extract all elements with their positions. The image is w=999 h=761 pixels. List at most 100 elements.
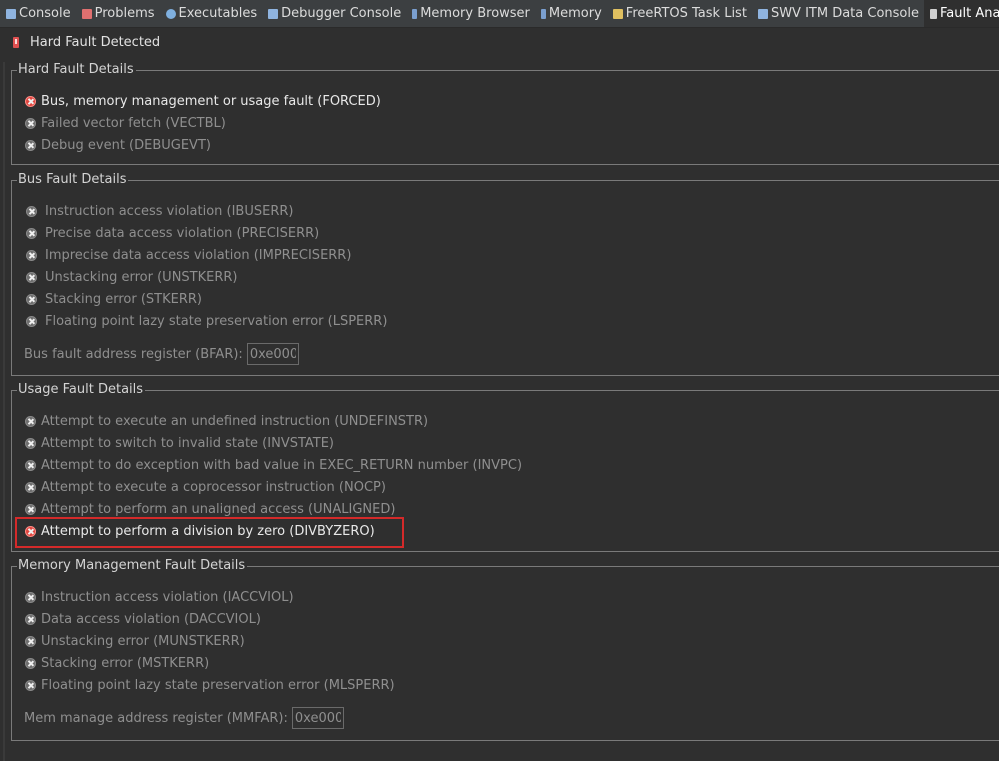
fault-item-label: Failed vector fetch (VECTBL) xyxy=(41,115,226,131)
bfar-label: Bus fault address register (BFAR): xyxy=(24,346,243,362)
fault-item-label: Attempt to execute an undefined instruct… xyxy=(41,413,429,429)
fault-item-label: Floating point lazy state preservation e… xyxy=(41,677,395,693)
fault-item-daccviol: Data access violation (DACCVIOL) xyxy=(25,609,261,629)
fault-inactive-icon xyxy=(26,315,37,327)
problems-icon xyxy=(81,8,92,19)
fault-item-lsperr: Floating point lazy state preservation e… xyxy=(26,311,387,331)
tab-executables[interactable]: Executables xyxy=(160,0,263,27)
tab-freertos-task-list[interactable]: FreeRTOS Task List xyxy=(607,0,752,27)
fault-inactive-icon xyxy=(25,503,36,515)
fault-inactive-icon xyxy=(26,205,37,217)
fault-item-label: Attempt to execute a coprocessor instruc… xyxy=(41,479,386,495)
fault-item-impreciserr: Imprecise data access violation (IMPRECI… xyxy=(26,245,351,265)
tab-label: Console xyxy=(19,6,71,21)
fault-inactive-icon xyxy=(25,635,36,647)
fault-item-label: Unstacking error (UNSTKERR) xyxy=(45,269,238,285)
fault-item-label: Attempt to switch to invalid state (INVS… xyxy=(41,435,335,451)
fault-item-label: Instruction access violation (IACCVIOL) xyxy=(41,589,294,605)
fault-inactive-icon xyxy=(25,679,36,691)
fault-item-label: Floating point lazy state preservation e… xyxy=(45,313,388,329)
debugger-console-icon xyxy=(268,8,279,19)
group-legend: Memory Management Fault Details xyxy=(17,557,248,575)
group-legend: Bus Fault Details xyxy=(17,171,129,189)
executables-icon xyxy=(165,8,176,19)
tab-swv-itm-data-console[interactable]: SWV ITM Data Console xyxy=(752,0,924,27)
tab-memory[interactable]: Memory xyxy=(535,0,607,27)
fault-inactive-icon xyxy=(26,271,37,283)
error-icon xyxy=(13,36,19,48)
hard-fault-details-group: Hard Fault Details Bus, memory managemen… xyxy=(11,61,999,165)
fault-item-label: Unstacking error (MUNSTKERR) xyxy=(41,633,245,649)
fault-item-munstkerr: Unstacking error (MUNSTKERR) xyxy=(25,631,245,651)
fault-item-mstkerr: Stacking error (MSTKERR) xyxy=(25,653,209,673)
fault-item-preciserr: Precise data access violation (PRECISERR… xyxy=(26,223,319,243)
tab-fault-analyzer[interactable]: Fault Analyzer ✕ xyxy=(923,0,999,27)
group-legend: Usage Fault Details xyxy=(17,381,146,399)
tab-debugger-console[interactable]: Debugger Console xyxy=(262,0,406,27)
freertos-icon xyxy=(612,8,623,19)
banner-title: Hard Fault Detected xyxy=(30,34,161,50)
fault-inactive-icon xyxy=(25,591,36,603)
fault-item-label: Stacking error (STKERR) xyxy=(45,291,202,307)
fault-active-icon xyxy=(25,95,36,107)
mem-fault-details-group: Memory Management Fault Details Instruct… xyxy=(11,557,999,741)
fault-item-label: Attempt to do exception with bad value i… xyxy=(41,457,523,473)
tab-label: Memory xyxy=(548,6,602,21)
fault-item-undefinstr: Attempt to execute an undefined instruct… xyxy=(25,411,428,431)
view-tab-bar: Console Problems Executables Debugger Co… xyxy=(0,0,999,28)
memory-icon xyxy=(540,8,546,19)
mmfar-field[interactable] xyxy=(291,707,344,729)
tab-label: FreeRTOS Task List xyxy=(625,6,747,21)
fault-inactive-icon xyxy=(25,459,36,471)
bfar-row: Bus fault address register (BFAR): xyxy=(24,343,299,365)
fault-item-label: Data access violation (DACCVIOL) xyxy=(41,611,261,627)
fault-item-ibuserr: Instruction access violation (IBUSERR) xyxy=(26,201,293,221)
fault-item-label: Imprecise data access violation (IMPRECI… xyxy=(45,247,352,263)
fault-item-stkerr: Stacking error (STKERR) xyxy=(26,289,202,309)
bfar-field[interactable] xyxy=(246,343,299,365)
fault-item-invpc: Attempt to do exception with bad value i… xyxy=(25,455,522,475)
fault-inactive-icon xyxy=(26,293,37,305)
fault-inactive-icon xyxy=(25,139,36,151)
fault-inactive-icon xyxy=(25,481,36,493)
fault-analyzer-icon xyxy=(929,8,937,19)
fault-item-unaligned: Attempt to perform an unaligned access (… xyxy=(25,499,395,519)
tab-label: Debugger Console xyxy=(281,6,402,21)
tab-label: Fault Analyzer xyxy=(939,6,999,21)
console-icon xyxy=(6,8,16,19)
mmfar-label: Mem manage address register (MMFAR): xyxy=(24,710,288,726)
tab-label: Executables xyxy=(178,6,258,21)
fault-inactive-icon xyxy=(25,415,36,427)
divbyzero-highlight xyxy=(15,517,404,548)
mmfar-row: Mem manage address register (MMFAR): xyxy=(24,707,344,729)
fault-inactive-icon xyxy=(25,613,36,625)
fault-item-unstkerr: Unstacking error (UNSTKERR) xyxy=(26,267,238,287)
fault-item-debugevt: Debug event (DEBUGEVT) xyxy=(25,135,211,155)
fault-item-invstate: Attempt to switch to invalid state (INVS… xyxy=(25,433,334,453)
fault-item-label: Stacking error (MSTKERR) xyxy=(41,655,210,671)
fault-inactive-icon xyxy=(26,249,37,261)
memory-browser-icon xyxy=(412,8,418,19)
bus-fault-details-group: Bus Fault Details Instruction access vio… xyxy=(11,171,999,376)
fault-item-label: Attempt to perform an unaligned access (… xyxy=(41,501,396,517)
tab-label: Problems xyxy=(94,6,155,21)
fault-item-forced: Bus, memory management or usage fault (F… xyxy=(25,91,381,111)
fault-inactive-icon xyxy=(25,117,36,129)
group-legend: Hard Fault Details xyxy=(17,61,136,79)
fault-item-label: Instruction access violation (IBUSERR) xyxy=(45,203,294,219)
hard-fault-banner: Hard Fault Detected xyxy=(13,33,160,51)
fault-item-label: Bus, memory management or usage fault (F… xyxy=(41,93,381,109)
fault-item-nocp: Attempt to execute a coprocessor instruc… xyxy=(25,477,386,497)
tab-problems[interactable]: Problems xyxy=(76,0,160,27)
fault-item-vectbl: Failed vector fetch (VECTBL) xyxy=(25,113,226,133)
fault-item-label: Precise data access violation (PRECISERR… xyxy=(45,225,320,241)
tab-memory-browser[interactable]: Memory Browser xyxy=(406,0,535,27)
fault-item-mlsperr: Floating point lazy state preservation e… xyxy=(25,675,395,695)
fault-inactive-icon xyxy=(25,657,36,669)
fault-inactive-icon xyxy=(25,437,36,449)
swv-icon xyxy=(757,8,768,19)
panel-edge xyxy=(3,62,5,761)
tab-console[interactable]: Console xyxy=(0,0,76,27)
tab-label: SWV ITM Data Console xyxy=(770,6,919,21)
tab-label: Memory Browser xyxy=(420,6,530,21)
